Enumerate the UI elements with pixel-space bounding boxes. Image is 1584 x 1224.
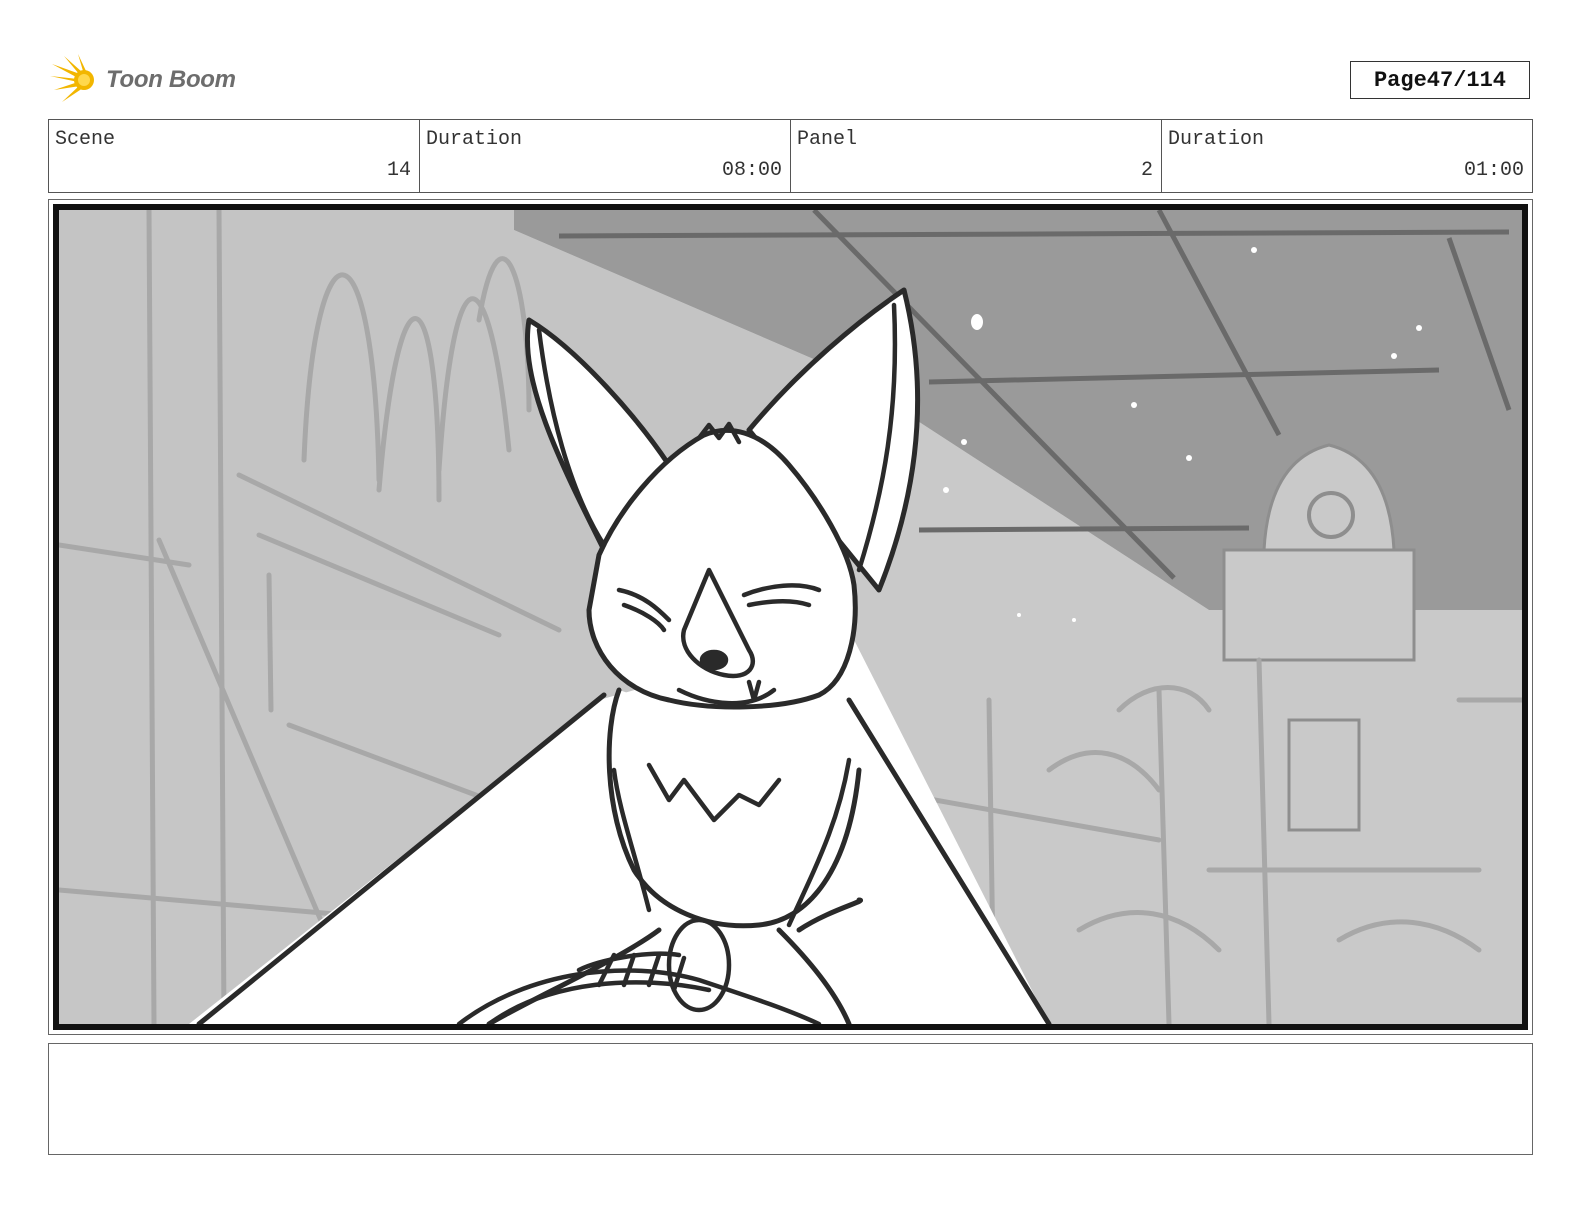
starburst-icon [50,54,94,102]
scene-info-table: Scene 14 Duration 08:00 Panel 2 Duration… [48,119,1533,193]
page-label: Page [1373,67,1427,93]
panel-cell: Panel 2 [791,120,1162,192]
panel-notes-box [48,1043,1533,1155]
scene-duration-value: 08:00 [721,159,782,182]
panel-value: 2 [1140,159,1153,182]
storyboard-sketch [59,210,1522,1024]
scene-value: 14 [386,159,411,182]
panel-duration-value: 01:00 [1463,159,1524,182]
logo-text: Toon Boom [106,66,236,93]
page-number: 47/114 [1426,67,1507,93]
page-indicator: Page 47/114 [1350,61,1530,99]
toon-boom-logo: Toon Boom [50,52,270,108]
panel-image [53,204,1528,1030]
panel-duration-cell: Duration 01:00 [1162,120,1532,192]
scene-label: Scene [55,128,116,151]
scene-duration-label: Duration [426,128,523,151]
scene-cell: Scene 14 [49,120,420,192]
panel-label: Panel [797,128,858,151]
panel-duration-label: Duration [1168,128,1265,151]
scene-duration-cell: Duration 08:00 [420,120,791,192]
